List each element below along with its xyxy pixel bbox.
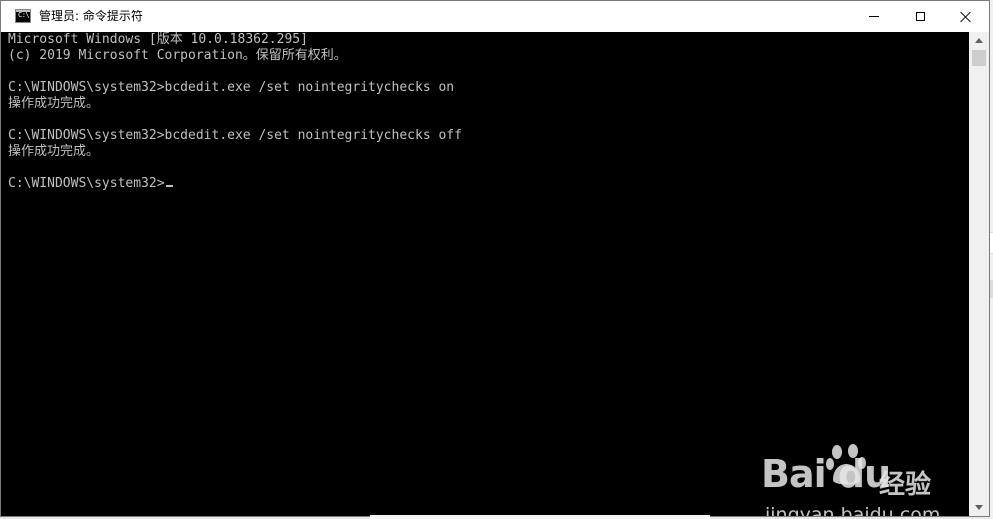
cmd-icon[interactable]: C:\	[15, 9, 31, 23]
vertical-scrollbar[interactable]	[969, 32, 989, 516]
watermark-url: jingyan.baidu.com	[765, 504, 941, 516]
console-line: 操作成功完成。	[8, 96, 100, 111]
console-line: 操作成功完成。	[8, 144, 100, 159]
console-output[interactable]: Microsoft Windows [版本 10.0.18362.295] (c…	[1, 32, 969, 516]
console-prompt-line[interactable]: C:\WINDOWS\system32>	[8, 176, 173, 192]
paw-icon	[826, 444, 866, 485]
cmd-window: C:\ 管理员: 命令提示符 Microsoft Windows [版本 10.…	[0, 0, 990, 517]
maximize-button[interactable]	[897, 1, 943, 32]
close-icon	[960, 11, 971, 22]
maximize-icon	[915, 12, 925, 21]
console-line: C:\WINDOWS\system32>bcdedit.exe /set noi…	[8, 128, 462, 143]
scrollbar-thumb[interactable]	[972, 50, 986, 66]
baidu-watermark: Bai du 经验 jingyan.baidu.com	[761, 442, 951, 516]
window-title: 管理员: 命令提示符	[39, 9, 143, 23]
watermark-logo-cn: 经验	[879, 470, 932, 500]
console-prompt: C:\WINDOWS\system32>	[8, 176, 165, 191]
title-bar[interactable]: C:\ 管理员: 命令提示符	[1, 1, 989, 32]
console-line: (c) 2019 Microsoft Corporation。保留所有权利。	[8, 48, 347, 63]
close-button[interactable]	[942, 1, 988, 32]
arrow-down-icon	[975, 505, 983, 510]
scroll-up-button[interactable]	[969, 32, 989, 49]
console-line: Microsoft Windows [版本 10.0.18362.295]	[8, 32, 308, 47]
background-fragment	[370, 515, 710, 519]
watermark-logo: Bai du	[761, 452, 891, 496]
arrow-up-icon	[975, 38, 983, 43]
scroll-down-button[interactable]	[969, 499, 989, 516]
console-line: C:\WINDOWS\system32>bcdedit.exe /set noi…	[8, 80, 455, 95]
minimize-icon	[869, 16, 879, 17]
text-cursor	[165, 185, 173, 187]
minimize-button[interactable]	[851, 1, 897, 32]
